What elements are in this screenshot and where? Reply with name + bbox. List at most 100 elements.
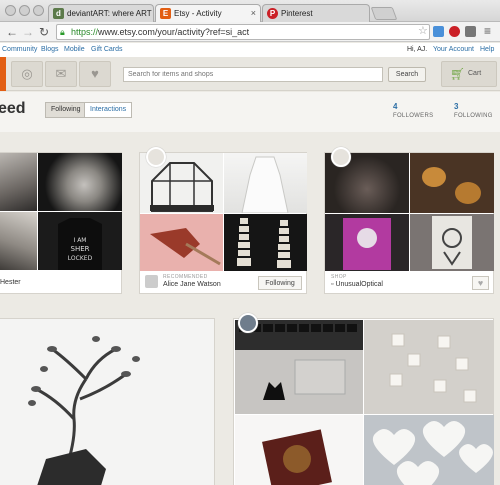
card-caption[interactable]: Hester bbox=[0, 279, 21, 286]
svg-text:LOCKED: LOCKED bbox=[68, 255, 93, 262]
avatar[interactable] bbox=[146, 147, 166, 167]
dice-pieces-graphic bbox=[389, 333, 477, 403]
heart-icon: ♥ bbox=[91, 66, 99, 81]
followers-label[interactable]: FOLLOWERS bbox=[393, 113, 433, 119]
menu-icon[interactable]: ≡ bbox=[484, 24, 491, 38]
item-photo[interactable] bbox=[364, 320, 494, 414]
cart-icon: 🛒︎ bbox=[450, 67, 466, 81]
amber-jewelry-graphic bbox=[422, 167, 481, 204]
cart-button[interactable]: 🛒︎ Cart bbox=[441, 61, 497, 87]
greeting: Hi, AJ. bbox=[407, 46, 428, 53]
item-photo[interactable] bbox=[325, 214, 409, 271]
address-bar[interactable]: 🔒︎ https://www.etsy.com/your/activity?re… bbox=[56, 24, 430, 40]
messages-button[interactable]: ✉ bbox=[45, 61, 77, 87]
feed-item-collection[interactable] bbox=[233, 313, 494, 485]
item-photo[interactable] bbox=[235, 415, 363, 485]
following-label[interactable]: FOLLOWING bbox=[454, 113, 493, 119]
link-mobile[interactable]: Mobile bbox=[64, 46, 85, 53]
favorites-button[interactable]: ♥ bbox=[79, 61, 111, 87]
sherlocked-shirt-graphic: I AM SHER LOCKED bbox=[58, 218, 102, 270]
pinterest-extension-icon[interactable] bbox=[449, 26, 460, 37]
item-photo[interactable] bbox=[235, 320, 363, 414]
svg-text:SHER: SHER bbox=[71, 245, 90, 253]
tab-label: Etsy - Activity bbox=[174, 9, 222, 18]
browser-tab-strip: d deviantART: where ART m E Etsy - Activ… bbox=[0, 0, 500, 22]
etsy-navbar: ◎ ✉ ♥ Search 🛒︎ Cart bbox=[0, 57, 500, 91]
tab-etsy-activity[interactable]: E Etsy - Activity × bbox=[155, 4, 261, 22]
white-dress-graphic bbox=[241, 156, 289, 213]
cart-label: Cart bbox=[468, 70, 482, 77]
link-gift-cards[interactable]: Gift Cards bbox=[91, 46, 123, 53]
pinterest-favicon-icon: P bbox=[267, 8, 278, 19]
search-button[interactable]: Search bbox=[388, 67, 426, 82]
violet-card-graphic bbox=[343, 218, 391, 270]
shop-caption: UnusualOptical bbox=[335, 281, 383, 288]
new-tab-button[interactable] bbox=[370, 7, 398, 20]
reload-icon[interactable]: ↻ bbox=[39, 25, 49, 39]
tab-label: Pinterest bbox=[281, 9, 313, 18]
feed-card-alice-jane-watson[interactable]: RECOMMENDED Alice Jane Watson Following bbox=[139, 147, 307, 294]
following-button[interactable]: Following bbox=[258, 276, 302, 290]
item-photo[interactable] bbox=[0, 153, 37, 211]
forward-icon[interactable]: → bbox=[22, 25, 34, 39]
feed-card-hester[interactable]: I AM SHER LOCKED Hester bbox=[0, 152, 122, 294]
link-community[interactable]: Community bbox=[2, 46, 37, 53]
etsy-favicon-icon: E bbox=[160, 8, 171, 19]
item-photo[interactable] bbox=[364, 415, 494, 485]
following-count[interactable]: 3 bbox=[454, 102, 458, 111]
drawing-graphic bbox=[432, 216, 472, 269]
url-text: www.etsy.com/your/activity?ref=si_act bbox=[98, 27, 250, 37]
deviantart-favicon-icon: d bbox=[53, 8, 64, 19]
axe-necklace-graphic bbox=[150, 228, 221, 266]
avatar[interactable] bbox=[238, 313, 258, 333]
shop-name[interactable]: ▫ UnusualOptical bbox=[331, 281, 383, 288]
search-input[interactable] bbox=[123, 67, 383, 82]
item-photo[interactable] bbox=[224, 214, 307, 271]
card-meta: RECOMMENDED bbox=[163, 274, 208, 280]
back-icon[interactable]: ← bbox=[6, 25, 18, 39]
tab-pinterest[interactable]: P Pinterest bbox=[262, 4, 370, 22]
favorite-heart-button[interactable]: ♥ bbox=[472, 276, 489, 290]
link-blogs[interactable]: Blogs bbox=[41, 46, 59, 53]
followers-count[interactable]: 4 bbox=[393, 102, 397, 111]
extension-icon[interactable] bbox=[465, 26, 476, 37]
minimize-window-button[interactable] bbox=[19, 5, 30, 16]
url-scheme: https:// bbox=[71, 27, 99, 37]
tab-interactions[interactable]: Interactions bbox=[84, 102, 133, 118]
chocolate-box-graphic bbox=[262, 429, 332, 485]
laptop-decal-graphic bbox=[235, 320, 363, 400]
item-photo[interactable] bbox=[140, 214, 223, 271]
extension-icon[interactable] bbox=[433, 26, 444, 37]
item-photo[interactable] bbox=[38, 153, 122, 211]
etsy-logo-tab[interactable] bbox=[0, 57, 6, 91]
link-your-account[interactable]: Your Account bbox=[433, 46, 474, 53]
zoom-window-button[interactable] bbox=[33, 5, 44, 16]
tab-deviantart[interactable]: d deviantART: where ART m bbox=[48, 4, 154, 22]
card-meta: SHOP bbox=[331, 274, 347, 280]
item-photo[interactable] bbox=[410, 153, 494, 213]
wire-tree-graphic bbox=[28, 336, 140, 485]
user-avatar[interactable] bbox=[145, 275, 158, 288]
browser-toolbar: ← → ↻ 🔒︎ https://www.etsy.com/your/activ… bbox=[0, 22, 500, 42]
tab-label: deviantART: where ART m bbox=[67, 9, 154, 18]
item-photo[interactable] bbox=[0, 212, 37, 270]
item-photo[interactable]: I AM SHER LOCKED bbox=[38, 212, 122, 270]
close-tab-icon[interactable]: × bbox=[251, 8, 256, 18]
item-photo[interactable] bbox=[224, 153, 307, 213]
envelope-icon: ✉ bbox=[55, 66, 67, 81]
etsy-top-links: Community Blogs Mobile Gift Cards Hi, AJ… bbox=[0, 43, 500, 57]
heart-soaps-graphic bbox=[372, 421, 493, 485]
page-title: eed bbox=[0, 100, 26, 117]
activity-feed-button[interactable]: ◎ bbox=[11, 61, 43, 87]
activity-feed: I AM SHER LOCKED Hester RECOMMENDED Alic… bbox=[0, 132, 500, 485]
link-help[interactable]: Help bbox=[480, 46, 494, 53]
activity-icon: ◎ bbox=[21, 66, 33, 81]
star-icon[interactable]: ☆ bbox=[418, 24, 428, 37]
card-caption[interactable]: Alice Jane Watson bbox=[163, 281, 221, 288]
avatar[interactable] bbox=[331, 147, 351, 167]
feed-item-tree-sculpture[interactable] bbox=[0, 318, 215, 485]
close-window-button[interactable] bbox=[5, 5, 16, 16]
tab-following[interactable]: Following bbox=[45, 102, 87, 118]
feed-card-unusualoptical[interactable]: SHOP ▫ UnusualOptical ♥ bbox=[324, 147, 494, 294]
item-photo[interactable] bbox=[410, 214, 494, 271]
